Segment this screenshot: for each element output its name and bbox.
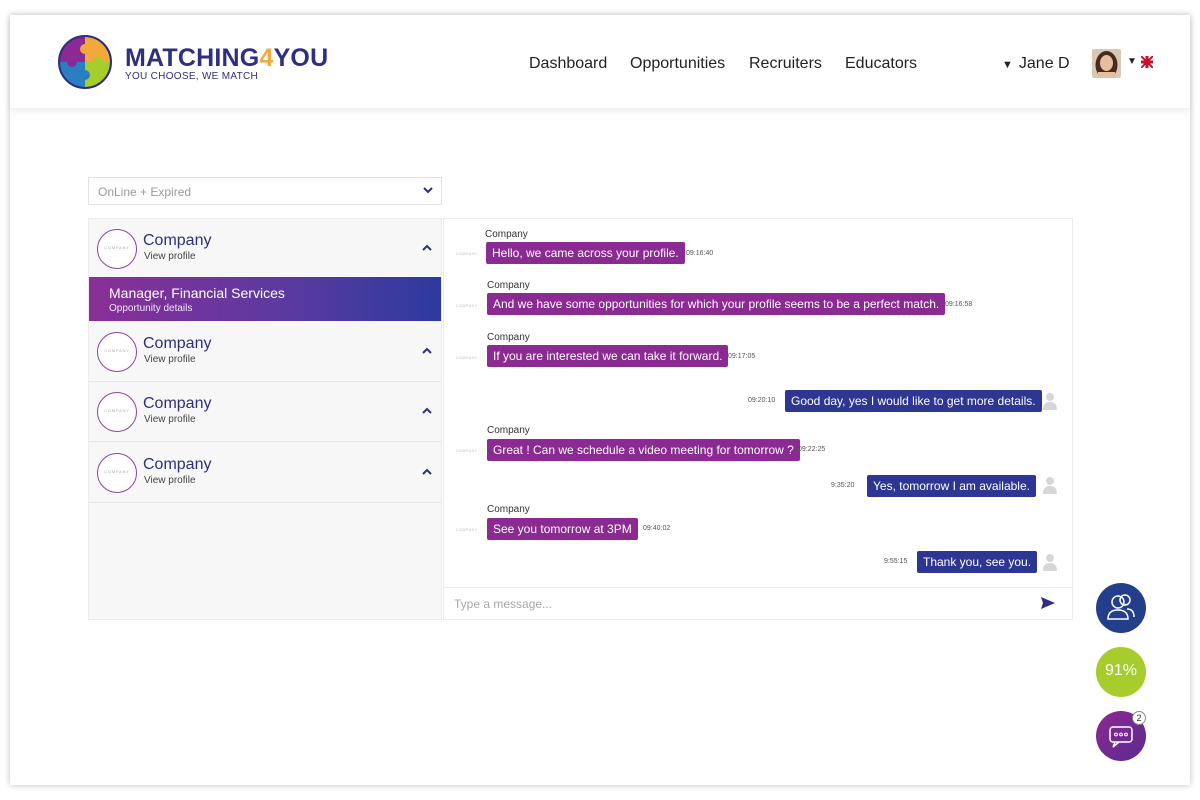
message-time: 09:16:40	[686, 250, 714, 257]
sender-logo: COMPANY	[456, 252, 478, 256]
puzzle-logo-icon[interactable]	[58, 35, 112, 89]
opportunity-title: Manager, Financial Services	[109, 285, 285, 301]
company-name: Company	[143, 335, 212, 352]
message-bubble-incoming: Hello, we came across your profile.	[486, 242, 685, 264]
message-bubble-incoming: And we have some opportunities for which…	[487, 293, 946, 315]
message-time: 9:35:20	[831, 482, 855, 489]
sender-logo: COMPANY	[456, 528, 478, 532]
brand-tagline: YOU CHOOSE, WE MATCH	[125, 71, 259, 82]
chevron-up-icon[interactable]	[421, 346, 433, 356]
nav-dashboard[interactable]: Dashboard	[529, 55, 607, 73]
message-author: Company	[485, 229, 528, 240]
uk-flag-icon[interactable]	[1141, 56, 1153, 68]
message-bubble-incoming: Great ! Can we schedule a video meeting …	[487, 439, 800, 461]
user-placeholder-icon	[1043, 554, 1057, 571]
opportunity-details-link[interactable]: Opportunity details	[109, 303, 192, 314]
company-item[interactable]: COMPANY Company View profile	[89, 219, 441, 279]
app-window: MATCHING4YOU YOU CHOOSE, WE MATCH Dashbo…	[10, 15, 1190, 785]
message-author: Company	[487, 332, 530, 343]
message-time: 09:22:25	[798, 446, 826, 453]
notification-count-badge: 2	[1132, 711, 1146, 725]
company-name: Company	[143, 232, 212, 249]
message-author: Company	[487, 425, 530, 436]
company-logo: COMPANY	[97, 332, 137, 372]
recruiters-fab[interactable]	[1096, 583, 1146, 633]
opportunity-item-selected[interactable]: Manager, Financial Services Opportunity …	[89, 277, 441, 321]
user-name: Jane D	[1018, 55, 1070, 72]
sender-logo: COMPANY	[456, 449, 478, 453]
send-icon[interactable]	[1041, 597, 1055, 609]
message-author: Company	[487, 504, 530, 515]
chevron-down-icon	[423, 187, 433, 194]
message-composer	[444, 587, 1072, 619]
conversation-list: COMPANY Company View profile Manager, Fi…	[88, 218, 442, 620]
user-menu[interactable]: ▼ Jane D	[1002, 55, 1070, 73]
top-header: MATCHING4YOU YOU CHOOSE, WE MATCH Dashbo…	[10, 15, 1190, 108]
message-time: 9:55:15	[884, 558, 908, 565]
message-input[interactable]	[454, 594, 1014, 614]
nav-opportunities[interactable]: Opportunities	[630, 55, 725, 73]
message-bubble-outgoing: Thank you, see you.	[917, 551, 1038, 573]
company-logo: COMPANY	[97, 229, 137, 269]
message-bubble-outgoing: Yes, tomorrow I am available.	[867, 475, 1036, 497]
message-time: 09:17:05	[728, 353, 756, 360]
message-bubble-outgoing: Good day, yes I would like to get more d…	[785, 390, 1042, 412]
filter-selected-value: OnLine + Expired	[98, 185, 192, 199]
status-filter-select[interactable]: OnLine + Expired	[88, 177, 442, 205]
message-bubble-incoming: If you are interested we can take it for…	[487, 345, 729, 367]
view-profile-link[interactable]: View profile	[144, 414, 196, 425]
nav-recruiters[interactable]: Recruiters	[749, 55, 822, 73]
company-item[interactable]: COMPANY Company View profile	[89, 382, 441, 442]
view-profile-link[interactable]: View profile	[144, 475, 196, 486]
view-profile-link[interactable]: View profile	[144, 354, 196, 365]
sender-logo: COMPANY	[456, 304, 478, 308]
language-caret-icon[interactable]: ▼	[1127, 56, 1137, 67]
people-icon	[1107, 594, 1135, 620]
match-score-fab[interactable]: 91%	[1096, 647, 1146, 697]
company-name: Company	[143, 456, 212, 473]
chat-panel: Company COMPANY Hello, we came across yo…	[443, 218, 1073, 620]
message-time: 09:20:10	[748, 397, 776, 404]
chevron-up-icon[interactable]	[421, 406, 433, 416]
caret-down-icon: ▼	[1002, 59, 1013, 71]
company-logo: COMPANY	[97, 453, 137, 493]
company-logo: COMPANY	[97, 392, 137, 432]
user-placeholder-icon	[1043, 477, 1057, 494]
chevron-up-icon[interactable]	[421, 467, 433, 477]
message-author: Company	[487, 280, 530, 291]
message-time: 09:40:02	[643, 525, 671, 532]
company-item[interactable]: COMPANY Company View profile	[89, 322, 441, 382]
match-score: 91%	[1104, 662, 1138, 679]
sender-logo: COMPANY	[456, 356, 478, 360]
view-profile-link[interactable]: View profile	[144, 251, 196, 262]
company-name: Company	[143, 395, 212, 412]
brand[interactable]: MATCHING4YOU YOU CHOOSE, WE MATCH	[125, 45, 328, 82]
nav-educators[interactable]: Educators	[845, 55, 917, 73]
user-placeholder-icon	[1043, 393, 1057, 410]
user-avatar[interactable]	[1092, 49, 1121, 78]
message-time: 09:16:58	[945, 301, 973, 308]
chevron-up-icon[interactable]	[421, 243, 433, 253]
brand-name: MATCHING4YOU	[125, 44, 329, 72]
company-item[interactable]: COMPANY Company View profile	[89, 443, 441, 503]
message-bubble-incoming: See you tomorrow at 3PM	[487, 518, 638, 540]
